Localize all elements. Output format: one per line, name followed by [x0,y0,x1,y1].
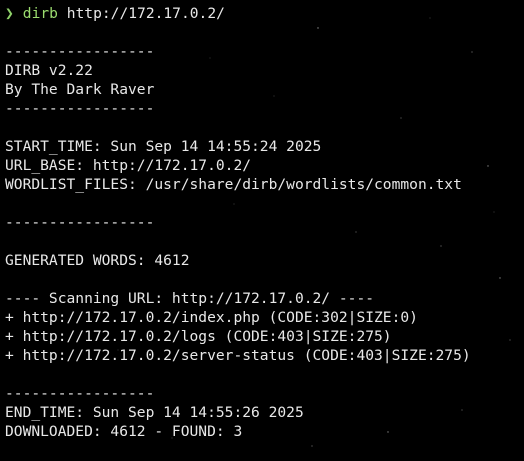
generated-words-line: GENERATED WORDS: 4612 [5,252,190,269]
terminal-output: ❯ dirb http://172.17.0.2/ ---------------… [5,4,524,461]
dirb-version-line: DIRB v2.22 [5,62,93,79]
separator-line: ----------------- [5,385,155,402]
download-summary-line: DOWNLOADED: 4612 - FOUND: 3 [5,423,243,440]
url-base-line: URL_BASE: http://172.17.0.2/ [5,157,252,174]
wordlist-files-line: WORDLIST_FILES: /usr/share/dirb/wordlist… [5,176,462,193]
separator-line: ----------------- [5,214,155,231]
end-time-line: END_TIME: Sun Sep 14 14:55:26 2025 [5,404,304,421]
command-argument: http://172.17.0.2/ [57,5,225,22]
start-time-line: START_TIME: Sun Sep 14 14:55:24 2025 [5,138,322,155]
found-url-line: + http://172.17.0.2/index.php (CODE:302|… [5,309,418,326]
command-name: dirb [22,5,58,22]
prompt-arrow-icon: ❯ [5,5,14,22]
separator-line: ----------------- [5,43,155,60]
dirb-author-line: By The Dark Raver [5,81,155,98]
scanning-url-line: ---- Scanning URL: http://172.17.0.2/ --… [5,290,375,307]
found-url-line: + http://172.17.0.2/logs (CODE:403|SIZE:… [5,328,392,345]
separator-line: ----------------- [5,100,155,117]
command-prompt-line: ❯ dirb http://172.17.0.2/ [5,4,524,23]
found-url-line: + http://172.17.0.2/server-status (CODE:… [5,347,471,364]
